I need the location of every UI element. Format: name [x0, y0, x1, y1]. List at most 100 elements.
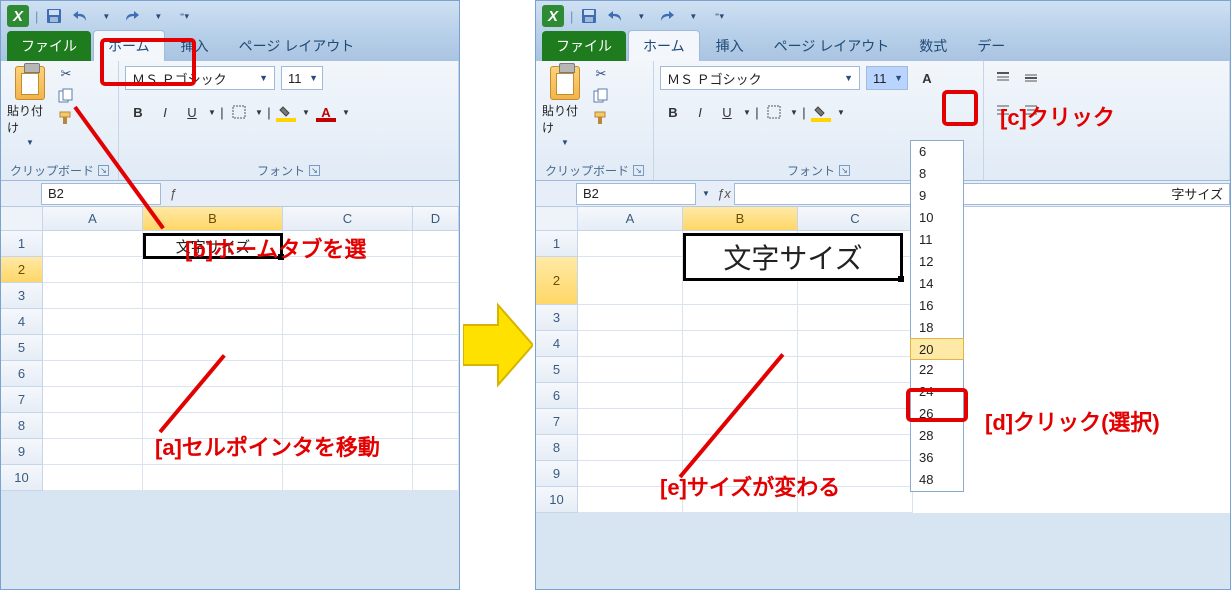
- font-size-option[interactable]: 36: [911, 447, 963, 469]
- paste-button[interactable]: 貼り付け ▼: [542, 66, 588, 147]
- tab-file[interactable]: ファイル: [542, 31, 626, 61]
- format-painter-icon[interactable]: [57, 110, 75, 126]
- row-header[interactable]: 2: [1, 257, 43, 283]
- fill-handle-icon[interactable]: [898, 276, 904, 282]
- underline-button[interactable]: U: [714, 100, 740, 124]
- qat-customize-icon[interactable]: ⁼▾: [709, 7, 729, 25]
- bold-button[interactable]: B: [125, 100, 151, 124]
- fontcolor-dropdown-icon[interactable]: ▼: [340, 100, 352, 124]
- row-header[interactable]: 1: [536, 231, 578, 257]
- col-header[interactable]: A: [578, 207, 683, 231]
- border-button[interactable]: [761, 100, 787, 124]
- font-size-dropdown-list[interactable]: 68910111214161820222426283648: [910, 140, 964, 492]
- border-dropdown-icon[interactable]: ▼: [253, 100, 265, 124]
- font-size-combo[interactable]: 11 ▼: [866, 66, 908, 90]
- row-header[interactable]: 10: [1, 465, 43, 491]
- border-dropdown-icon[interactable]: ▼: [788, 100, 800, 124]
- font-name-dropdown-icon[interactable]: ▼: [844, 73, 853, 83]
- font-size-option[interactable]: 26: [911, 403, 963, 425]
- cut-icon[interactable]: ✂: [592, 66, 610, 82]
- row-header[interactable]: 2: [536, 257, 578, 305]
- save-icon[interactable]: [579, 7, 599, 25]
- font-dialog-launcher-icon[interactable]: ↘: [839, 165, 850, 176]
- font-size-option[interactable]: 22: [911, 359, 963, 381]
- font-size-option[interactable]: 20: [910, 338, 964, 360]
- save-icon[interactable]: [44, 7, 64, 25]
- undo-dropdown-icon[interactable]: ▼: [631, 7, 651, 25]
- undo-icon[interactable]: [605, 7, 625, 25]
- align-top-icon[interactable]: [990, 66, 1016, 90]
- tab-formula[interactable]: 数式: [905, 31, 961, 61]
- italic-button[interactable]: I: [687, 100, 713, 124]
- row-header[interactable]: 6: [1, 361, 43, 387]
- fill-color-button[interactable]: [273, 100, 299, 124]
- bold-button[interactable]: B: [660, 100, 686, 124]
- row-header[interactable]: 7: [536, 409, 578, 435]
- font-size-option[interactable]: 11: [911, 229, 963, 251]
- underline-button[interactable]: U: [179, 100, 205, 124]
- row-header[interactable]: 7: [1, 387, 43, 413]
- clip-dialog-launcher-icon[interactable]: ↘: [633, 165, 644, 176]
- col-header[interactable]: C: [283, 207, 413, 231]
- copy-icon[interactable]: [592, 88, 610, 104]
- font-size-option[interactable]: 16: [911, 295, 963, 317]
- fill-color-button[interactable]: [808, 100, 834, 124]
- selected-cell[interactable]: 文字サイズ: [683, 233, 903, 281]
- font-size-option[interactable]: 6: [911, 141, 963, 163]
- font-color-button[interactable]: A: [313, 100, 339, 124]
- namebox-dropdown-icon[interactable]: ▼: [698, 189, 714, 198]
- name-box[interactable]: B2: [576, 183, 696, 205]
- tab-layout[interactable]: ページ レイアウト: [225, 31, 369, 61]
- copy-icon[interactable]: [57, 88, 75, 104]
- font-name-combo[interactable]: ＭＳ Ｐゴシック ▼: [125, 66, 275, 90]
- redo-dropdown-icon[interactable]: ▼: [683, 7, 703, 25]
- tab-insert[interactable]: 挿入: [167, 31, 223, 61]
- font-size-option[interactable]: 9: [911, 185, 963, 207]
- font-size-option[interactable]: 14: [911, 273, 963, 295]
- font-size-option[interactable]: 28: [911, 425, 963, 447]
- clip-dialog-launcher-icon[interactable]: ↘: [98, 165, 109, 176]
- row-header[interactable]: 5: [536, 357, 578, 383]
- font-size-dropdown-icon[interactable]: ▼: [309, 73, 318, 83]
- redo-icon[interactable]: [657, 7, 677, 25]
- tab-data[interactable]: デー: [963, 31, 1019, 61]
- select-all-corner[interactable]: [536, 207, 578, 231]
- formula-input[interactable]: 字サイズ: [734, 183, 1230, 205]
- select-all-corner[interactable]: [1, 207, 43, 231]
- row-header[interactable]: 8: [536, 435, 578, 461]
- undo-dropdown-icon[interactable]: ▼: [96, 7, 116, 25]
- italic-button[interactable]: I: [152, 100, 178, 124]
- redo-dropdown-icon[interactable]: ▼: [148, 7, 168, 25]
- grow-font-icon[interactable]: A: [914, 66, 940, 90]
- row-header[interactable]: 5: [1, 335, 43, 361]
- tab-layout[interactable]: ページ レイアウト: [760, 31, 904, 61]
- format-painter-icon[interactable]: [592, 110, 610, 126]
- align-mid-icon[interactable]: [1018, 66, 1044, 90]
- redo-icon[interactable]: [122, 7, 142, 25]
- font-size-option[interactable]: 10: [911, 207, 963, 229]
- paste-dropdown-icon[interactable]: ▼: [561, 138, 569, 147]
- font-dialog-launcher-icon[interactable]: ↘: [309, 165, 320, 176]
- font-size-option[interactable]: 8: [911, 163, 963, 185]
- underline-dropdown-icon[interactable]: ▼: [741, 100, 753, 124]
- fill-dropdown-icon[interactable]: ▼: [300, 100, 312, 124]
- paste-dropdown-icon[interactable]: ▼: [26, 138, 34, 147]
- col-header[interactable]: D: [413, 207, 459, 231]
- row-header[interactable]: 3: [1, 283, 43, 309]
- font-size-combo[interactable]: 11 ▼: [281, 66, 323, 90]
- font-size-option[interactable]: 12: [911, 251, 963, 273]
- col-header[interactable]: C: [798, 207, 913, 231]
- row-header[interactable]: 9: [536, 461, 578, 487]
- fx-icon[interactable]: ƒ: [163, 186, 183, 201]
- fx-icon[interactable]: ƒx: [714, 186, 734, 201]
- border-button[interactable]: [226, 100, 252, 124]
- tab-home[interactable]: ホーム: [628, 30, 700, 61]
- tab-home[interactable]: ホーム: [93, 30, 165, 61]
- row-header[interactable]: 4: [536, 331, 578, 357]
- tab-insert[interactable]: 挿入: [702, 31, 758, 61]
- row-header[interactable]: 9: [1, 439, 43, 465]
- row-header[interactable]: 6: [536, 383, 578, 409]
- row-header[interactable]: 4: [1, 309, 43, 335]
- row-header[interactable]: 1: [1, 231, 43, 257]
- row-header[interactable]: 8: [1, 413, 43, 439]
